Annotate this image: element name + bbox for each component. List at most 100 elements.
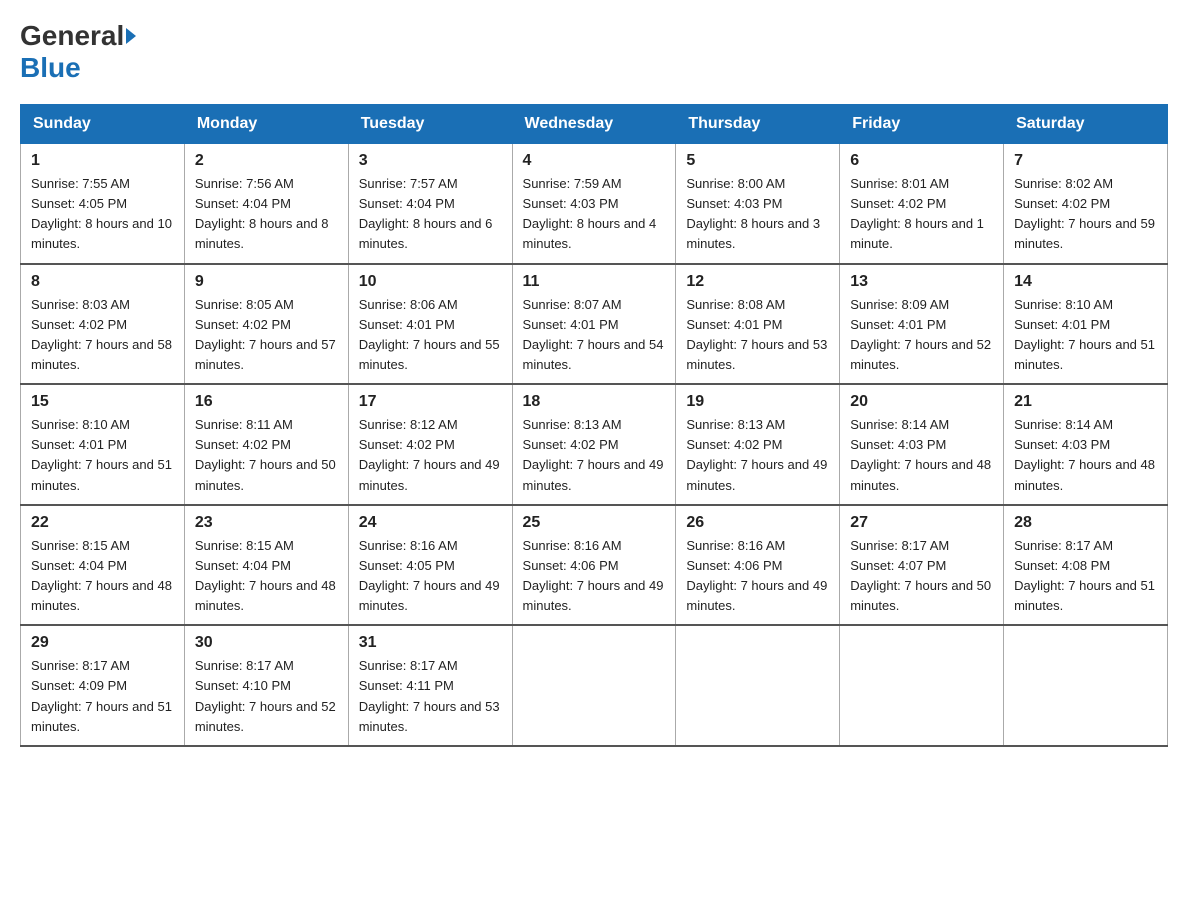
calendar-cell: 24 Sunrise: 8:16 AM Sunset: 4:05 PM Dayl… bbox=[348, 505, 512, 626]
day-number: 16 bbox=[195, 393, 338, 411]
day-number: 28 bbox=[1014, 514, 1157, 532]
calendar-cell: 10 Sunrise: 8:06 AM Sunset: 4:01 PM Dayl… bbox=[348, 264, 512, 385]
calendar-cell bbox=[676, 625, 840, 746]
day-info: Sunrise: 8:16 AM Sunset: 4:06 PM Dayligh… bbox=[523, 536, 666, 617]
calendar-cell: 6 Sunrise: 8:01 AM Sunset: 4:02 PM Dayli… bbox=[840, 144, 1004, 264]
calendar-cell bbox=[1004, 625, 1168, 746]
day-number: 4 bbox=[523, 152, 666, 170]
day-number: 6 bbox=[850, 152, 993, 170]
day-header-saturday: Saturday bbox=[1004, 105, 1168, 144]
day-info: Sunrise: 8:16 AM Sunset: 4:05 PM Dayligh… bbox=[359, 536, 502, 617]
calendar-cell: 28 Sunrise: 8:17 AM Sunset: 4:08 PM Dayl… bbox=[1004, 505, 1168, 626]
day-number: 31 bbox=[359, 634, 502, 652]
logo: General Blue bbox=[20, 20, 138, 84]
day-number: 27 bbox=[850, 514, 993, 532]
calendar-cell: 29 Sunrise: 8:17 AM Sunset: 4:09 PM Dayl… bbox=[21, 625, 185, 746]
day-number: 24 bbox=[359, 514, 502, 532]
day-number: 3 bbox=[359, 152, 502, 170]
calendar-cell: 13 Sunrise: 8:09 AM Sunset: 4:01 PM Dayl… bbox=[840, 264, 1004, 385]
day-number: 30 bbox=[195, 634, 338, 652]
calendar-table: SundayMondayTuesdayWednesdayThursdayFrid… bbox=[20, 104, 1168, 747]
day-number: 23 bbox=[195, 514, 338, 532]
day-info: Sunrise: 8:17 AM Sunset: 4:08 PM Dayligh… bbox=[1014, 536, 1157, 617]
logo-blue-text: Blue bbox=[20, 52, 81, 84]
calendar-week-row: 1 Sunrise: 7:55 AM Sunset: 4:05 PM Dayli… bbox=[21, 144, 1168, 264]
day-info: Sunrise: 8:15 AM Sunset: 4:04 PM Dayligh… bbox=[31, 536, 174, 617]
calendar-cell: 9 Sunrise: 8:05 AM Sunset: 4:02 PM Dayli… bbox=[184, 264, 348, 385]
day-info: Sunrise: 8:16 AM Sunset: 4:06 PM Dayligh… bbox=[686, 536, 829, 617]
calendar-cell: 25 Sunrise: 8:16 AM Sunset: 4:06 PM Dayl… bbox=[512, 505, 676, 626]
day-info: Sunrise: 8:03 AM Sunset: 4:02 PM Dayligh… bbox=[31, 295, 174, 376]
calendar-header-row: SundayMondayTuesdayWednesdayThursdayFrid… bbox=[21, 105, 1168, 144]
calendar-cell: 31 Sunrise: 8:17 AM Sunset: 4:11 PM Dayl… bbox=[348, 625, 512, 746]
day-info: Sunrise: 8:01 AM Sunset: 4:02 PM Dayligh… bbox=[850, 174, 993, 255]
day-info: Sunrise: 8:17 AM Sunset: 4:11 PM Dayligh… bbox=[359, 656, 502, 737]
day-number: 25 bbox=[523, 514, 666, 532]
day-info: Sunrise: 7:55 AM Sunset: 4:05 PM Dayligh… bbox=[31, 174, 174, 255]
day-info: Sunrise: 8:08 AM Sunset: 4:01 PM Dayligh… bbox=[686, 295, 829, 376]
calendar-cell: 2 Sunrise: 7:56 AM Sunset: 4:04 PM Dayli… bbox=[184, 144, 348, 264]
calendar-cell: 18 Sunrise: 8:13 AM Sunset: 4:02 PM Dayl… bbox=[512, 384, 676, 505]
day-number: 18 bbox=[523, 393, 666, 411]
day-info: Sunrise: 8:00 AM Sunset: 4:03 PM Dayligh… bbox=[686, 174, 829, 255]
calendar-cell: 3 Sunrise: 7:57 AM Sunset: 4:04 PM Dayli… bbox=[348, 144, 512, 264]
day-header-sunday: Sunday bbox=[21, 105, 185, 144]
day-header-monday: Monday bbox=[184, 105, 348, 144]
logo-arrow-icon bbox=[126, 28, 136, 44]
calendar-cell: 5 Sunrise: 8:00 AM Sunset: 4:03 PM Dayli… bbox=[676, 144, 840, 264]
calendar-week-row: 22 Sunrise: 8:15 AM Sunset: 4:04 PM Dayl… bbox=[21, 505, 1168, 626]
day-info: Sunrise: 8:13 AM Sunset: 4:02 PM Dayligh… bbox=[686, 415, 829, 496]
day-number: 14 bbox=[1014, 273, 1157, 291]
day-info: Sunrise: 7:56 AM Sunset: 4:04 PM Dayligh… bbox=[195, 174, 338, 255]
day-number: 9 bbox=[195, 273, 338, 291]
day-info: Sunrise: 8:17 AM Sunset: 4:07 PM Dayligh… bbox=[850, 536, 993, 617]
day-info: Sunrise: 8:09 AM Sunset: 4:01 PM Dayligh… bbox=[850, 295, 993, 376]
day-header-tuesday: Tuesday bbox=[348, 105, 512, 144]
day-number: 15 bbox=[31, 393, 174, 411]
day-info: Sunrise: 7:59 AM Sunset: 4:03 PM Dayligh… bbox=[523, 174, 666, 255]
day-number: 11 bbox=[523, 273, 666, 291]
day-info: Sunrise: 8:11 AM Sunset: 4:02 PM Dayligh… bbox=[195, 415, 338, 496]
day-info: Sunrise: 8:14 AM Sunset: 4:03 PM Dayligh… bbox=[850, 415, 993, 496]
calendar-cell: 7 Sunrise: 8:02 AM Sunset: 4:02 PM Dayli… bbox=[1004, 144, 1168, 264]
day-info: Sunrise: 8:10 AM Sunset: 4:01 PM Dayligh… bbox=[31, 415, 174, 496]
day-info: Sunrise: 8:12 AM Sunset: 4:02 PM Dayligh… bbox=[359, 415, 502, 496]
calendar-week-row: 8 Sunrise: 8:03 AM Sunset: 4:02 PM Dayli… bbox=[21, 264, 1168, 385]
day-info: Sunrise: 8:17 AM Sunset: 4:10 PM Dayligh… bbox=[195, 656, 338, 737]
calendar-cell: 19 Sunrise: 8:13 AM Sunset: 4:02 PM Dayl… bbox=[676, 384, 840, 505]
calendar-cell: 22 Sunrise: 8:15 AM Sunset: 4:04 PM Dayl… bbox=[21, 505, 185, 626]
day-info: Sunrise: 8:02 AM Sunset: 4:02 PM Dayligh… bbox=[1014, 174, 1157, 255]
day-info: Sunrise: 7:57 AM Sunset: 4:04 PM Dayligh… bbox=[359, 174, 502, 255]
day-info: Sunrise: 8:13 AM Sunset: 4:02 PM Dayligh… bbox=[523, 415, 666, 496]
day-info: Sunrise: 8:07 AM Sunset: 4:01 PM Dayligh… bbox=[523, 295, 666, 376]
day-info: Sunrise: 8:06 AM Sunset: 4:01 PM Dayligh… bbox=[359, 295, 502, 376]
calendar-cell: 4 Sunrise: 7:59 AM Sunset: 4:03 PM Dayli… bbox=[512, 144, 676, 264]
calendar-cell: 23 Sunrise: 8:15 AM Sunset: 4:04 PM Dayl… bbox=[184, 505, 348, 626]
calendar-cell: 16 Sunrise: 8:11 AM Sunset: 4:02 PM Dayl… bbox=[184, 384, 348, 505]
day-number: 21 bbox=[1014, 393, 1157, 411]
calendar-cell: 30 Sunrise: 8:17 AM Sunset: 4:10 PM Dayl… bbox=[184, 625, 348, 746]
day-info: Sunrise: 8:14 AM Sunset: 4:03 PM Dayligh… bbox=[1014, 415, 1157, 496]
calendar-cell: 11 Sunrise: 8:07 AM Sunset: 4:01 PM Dayl… bbox=[512, 264, 676, 385]
day-number: 2 bbox=[195, 152, 338, 170]
calendar-cell: 1 Sunrise: 7:55 AM Sunset: 4:05 PM Dayli… bbox=[21, 144, 185, 264]
calendar-cell: 15 Sunrise: 8:10 AM Sunset: 4:01 PM Dayl… bbox=[21, 384, 185, 505]
day-info: Sunrise: 8:17 AM Sunset: 4:09 PM Dayligh… bbox=[31, 656, 174, 737]
calendar-cell: 17 Sunrise: 8:12 AM Sunset: 4:02 PM Dayl… bbox=[348, 384, 512, 505]
day-number: 29 bbox=[31, 634, 174, 652]
day-info: Sunrise: 8:05 AM Sunset: 4:02 PM Dayligh… bbox=[195, 295, 338, 376]
day-number: 20 bbox=[850, 393, 993, 411]
day-number: 5 bbox=[686, 152, 829, 170]
calendar-week-row: 15 Sunrise: 8:10 AM Sunset: 4:01 PM Dayl… bbox=[21, 384, 1168, 505]
calendar-cell bbox=[840, 625, 1004, 746]
calendar-cell bbox=[512, 625, 676, 746]
calendar-cell: 14 Sunrise: 8:10 AM Sunset: 4:01 PM Dayl… bbox=[1004, 264, 1168, 385]
day-number: 12 bbox=[686, 273, 829, 291]
calendar-cell: 26 Sunrise: 8:16 AM Sunset: 4:06 PM Dayl… bbox=[676, 505, 840, 626]
day-number: 1 bbox=[31, 152, 174, 170]
day-number: 17 bbox=[359, 393, 502, 411]
page-header: General Blue bbox=[20, 20, 1168, 84]
day-info: Sunrise: 8:10 AM Sunset: 4:01 PM Dayligh… bbox=[1014, 295, 1157, 376]
logo-general-text: General bbox=[20, 20, 124, 52]
day-number: 13 bbox=[850, 273, 993, 291]
